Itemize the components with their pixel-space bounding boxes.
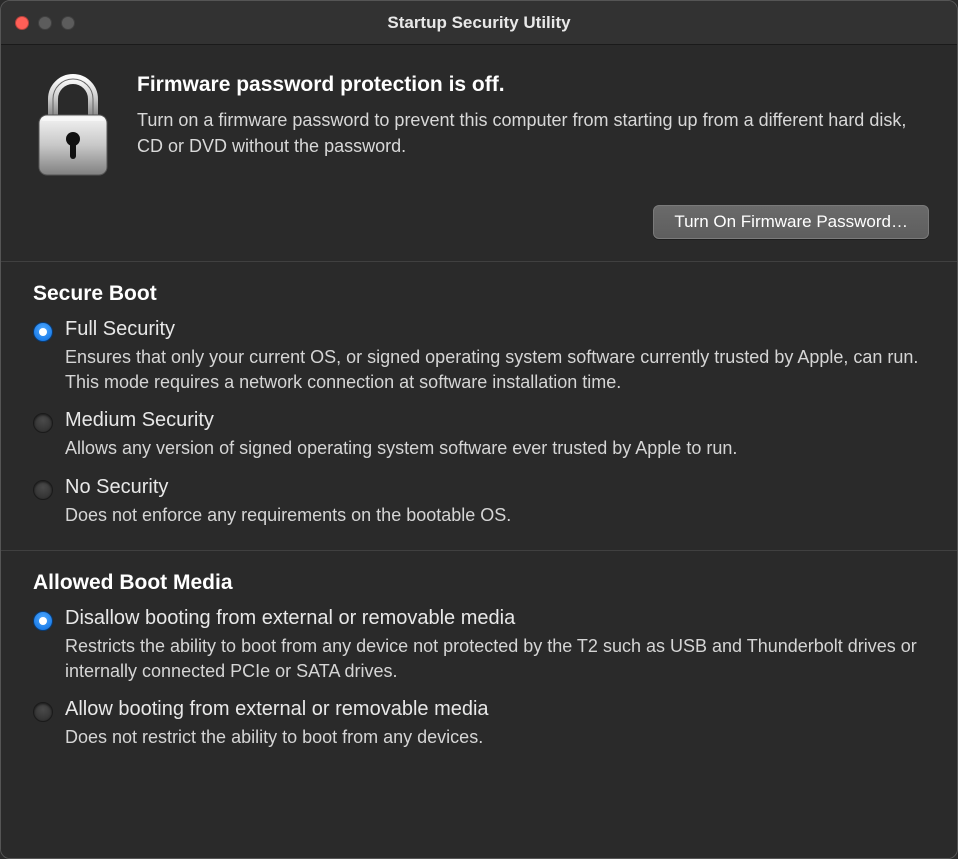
- firmware-description: Turn on a firmware password to prevent t…: [137, 107, 929, 159]
- radio-allow-external[interactable]: [33, 702, 53, 722]
- radio-full-security[interactable]: [33, 322, 53, 342]
- radio-disallow-external[interactable]: [33, 611, 53, 631]
- titlebar: Startup Security Utility: [1, 1, 957, 45]
- secure-boot-option-medium[interactable]: Medium Security Allows any version of si…: [33, 409, 925, 461]
- firmware-section: Firmware password protection is off. Tur…: [1, 45, 957, 262]
- radio-body: Disallow booting from external or remova…: [65, 607, 925, 684]
- radio-description: Does not restrict the ability to boot fr…: [65, 725, 925, 750]
- radio-label: No Security: [65, 476, 925, 499]
- radio-description: Does not enforce any requirements on the…: [65, 503, 925, 528]
- traffic-lights: [1, 16, 75, 30]
- firmware-heading: Firmware password protection is off.: [137, 73, 929, 97]
- radio-medium-security[interactable]: [33, 413, 53, 433]
- firmware-text: Firmware password protection is off. Tur…: [137, 69, 929, 159]
- radio-label: Full Security: [65, 318, 925, 341]
- radio-label: Disallow booting from external or remova…: [65, 607, 925, 630]
- secure-boot-section: Secure Boot Full Security Ensures that o…: [1, 262, 957, 551]
- window: Startup Security Utility: [0, 0, 958, 859]
- firmware-row: Firmware password protection is off. Tur…: [29, 69, 929, 181]
- radio-body: No Security Does not enforce any require…: [65, 476, 925, 528]
- allowed-boot-media-section: Allowed Boot Media Disallow booting from…: [1, 551, 957, 773]
- secure-boot-heading: Secure Boot: [33, 282, 925, 306]
- radio-description: Ensures that only your current OS, or si…: [65, 345, 925, 395]
- content: Firmware password protection is off. Tur…: [1, 45, 957, 858]
- radio-label: Medium Security: [65, 409, 925, 432]
- radio-body: Allow booting from external or removable…: [65, 698, 925, 750]
- secure-boot-option-none[interactable]: No Security Does not enforce any require…: [33, 476, 925, 528]
- radio-description: Restricts the ability to boot from any d…: [65, 634, 925, 684]
- turn-on-firmware-password-button[interactable]: Turn On Firmware Password…: [653, 205, 929, 239]
- radio-no-security[interactable]: [33, 480, 53, 500]
- secure-boot-option-full[interactable]: Full Security Ensures that only your cur…: [33, 318, 925, 395]
- close-button[interactable]: [15, 16, 29, 30]
- minimize-button[interactable]: [38, 16, 52, 30]
- lock-icon: [29, 69, 117, 181]
- radio-body: Full Security Ensures that only your cur…: [65, 318, 925, 395]
- radio-description: Allows any version of signed operating s…: [65, 436, 925, 461]
- boot-media-option-allow[interactable]: Allow booting from external or removable…: [33, 698, 925, 750]
- firmware-button-row: Turn On Firmware Password…: [29, 205, 929, 239]
- allowed-boot-media-heading: Allowed Boot Media: [33, 571, 925, 595]
- window-title: Startup Security Utility: [1, 13, 957, 33]
- radio-label: Allow booting from external or removable…: [65, 698, 925, 721]
- radio-body: Medium Security Allows any version of si…: [65, 409, 925, 461]
- boot-media-option-disallow[interactable]: Disallow booting from external or remova…: [33, 607, 925, 684]
- zoom-button[interactable]: [61, 16, 75, 30]
